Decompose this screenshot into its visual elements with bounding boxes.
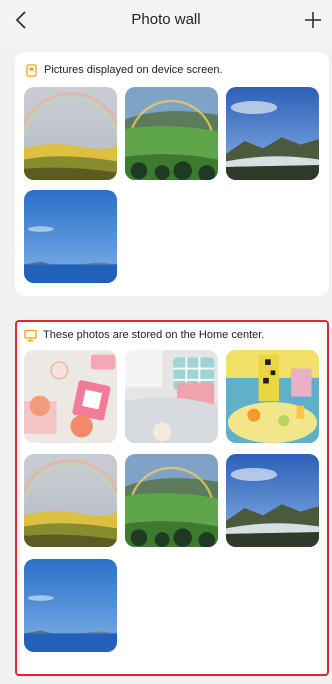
photo-thumbnail[interactable] [125, 350, 218, 443]
monitor-icon [24, 329, 37, 341]
add-photo-button[interactable] [300, 6, 326, 34]
photo-thumbnail[interactable] [24, 454, 117, 547]
photo-thumbnail[interactable] [24, 350, 117, 443]
home-center-section: These photos are stored on the Home cent… [15, 320, 329, 676]
top-bar: Photo wall [0, 0, 332, 42]
photo-thumbnail[interactable] [24, 87, 117, 180]
frame-icon [26, 63, 37, 77]
device-section-label: Pictures displayed on device screen. [44, 64, 223, 76]
device-section-header: Pictures displayed on device screen. [25, 62, 223, 78]
plus-icon [305, 12, 321, 28]
home-section-header: These photos are stored on the Home cent… [24, 327, 264, 343]
photo-thumbnail[interactable] [226, 87, 319, 180]
photo-thumbnail[interactable] [125, 87, 218, 180]
device-screen-section: Pictures displayed on device screen. [15, 52, 329, 296]
photo-thumbnail[interactable] [226, 454, 319, 547]
page-title: Photo wall [131, 11, 201, 28]
photo-thumbnail[interactable] [24, 559, 117, 652]
photo-thumbnail[interactable] [24, 190, 117, 283]
home-section-label: These photos are stored on the Home cent… [43, 329, 265, 341]
photo-thumbnail[interactable] [125, 454, 218, 547]
photo-thumbnail[interactable] [226, 350, 319, 443]
